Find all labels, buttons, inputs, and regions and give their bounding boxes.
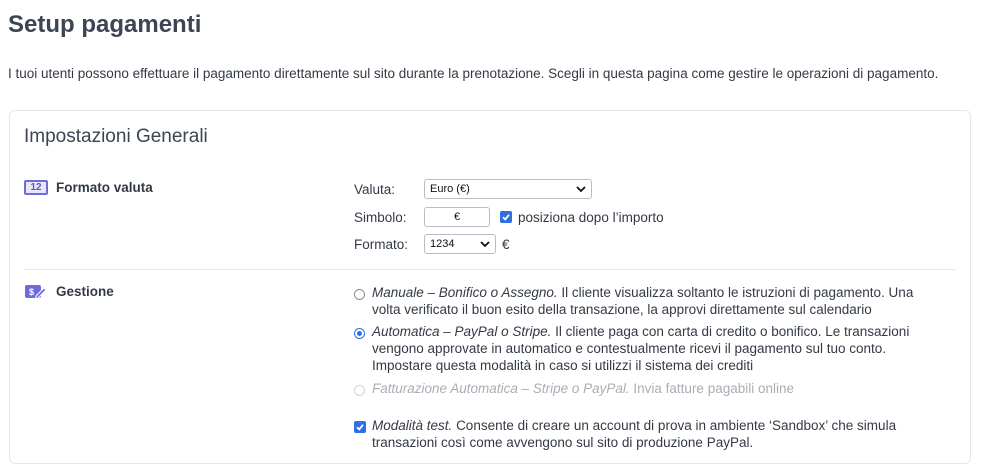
after-amount-checkbox[interactable]	[500, 211, 512, 223]
manual-radio[interactable]	[354, 289, 365, 300]
option-title: Automatica – PayPal o Stripe.	[372, 324, 552, 339]
calendar-12-icon: 12	[24, 180, 48, 195]
simbolo-row: Simbolo: € posiziona dopo l’importo	[354, 207, 664, 227]
after-amount-label: posiziona dopo l’importo	[518, 209, 664, 225]
formato-row: Formato: 1234 €	[354, 234, 510, 254]
payment-option-automatic[interactable]: Automatica – PayPal o Stripe. Il cliente…	[354, 323, 934, 374]
format-currency-suffix: €	[502, 236, 510, 252]
currency-format-label: Formato valuta	[56, 180, 153, 195]
management-section-label: $ Gestione	[24, 284, 114, 299]
svg-text:$: $	[29, 287, 34, 297]
currency-select[interactable]: Euro (€)	[424, 179, 592, 199]
chevron-down-icon	[576, 182, 586, 199]
symbol-input[interactable]: €	[424, 207, 490, 227]
management-label: Gestione	[56, 284, 114, 299]
test-mode-option[interactable]: Modalità test. Consente di creare un acc…	[354, 417, 934, 451]
payment-option-auto-invoice: Fatturazione Automatica – Stripe o PayPa…	[354, 380, 934, 397]
format-select[interactable]: 1234	[424, 234, 496, 254]
formato-label: Formato:	[354, 236, 409, 252]
page-intro: I tuoi utenti possono effettuare il paga…	[8, 66, 939, 81]
option-desc: Invia fatture pagabili online	[633, 381, 795, 396]
payment-option-manual[interactable]: Manuale – Bonifico o Assegno. Il cliente…	[354, 284, 934, 318]
option-title: Fatturazione Automatica – Stripe o PayPa…	[372, 381, 630, 396]
currency-format-section-label: 12 Formato valuta	[24, 180, 153, 195]
chevron-down-icon	[480, 237, 490, 254]
general-settings-card: Impostazioni Generali 12 Formato valuta …	[9, 110, 971, 464]
card-title: Impostazioni Generali	[24, 126, 208, 147]
option-title: Modalità test.	[372, 418, 453, 433]
test-mode-checkbox[interactable]	[354, 421, 366, 433]
option-title: Manuale – Bonifico o Assegno.	[372, 285, 558, 300]
automatic-radio[interactable]	[354, 328, 365, 339]
section-divider	[24, 269, 956, 270]
page-title: Setup pagamenti	[8, 11, 202, 38]
valuta-row: Valuta: Euro (€)	[354, 179, 592, 199]
auto-invoice-radio	[354, 385, 365, 396]
simbolo-label: Simbolo:	[354, 209, 407, 225]
payment-edit-icon: $	[24, 284, 48, 299]
valuta-label: Valuta:	[354, 181, 396, 197]
